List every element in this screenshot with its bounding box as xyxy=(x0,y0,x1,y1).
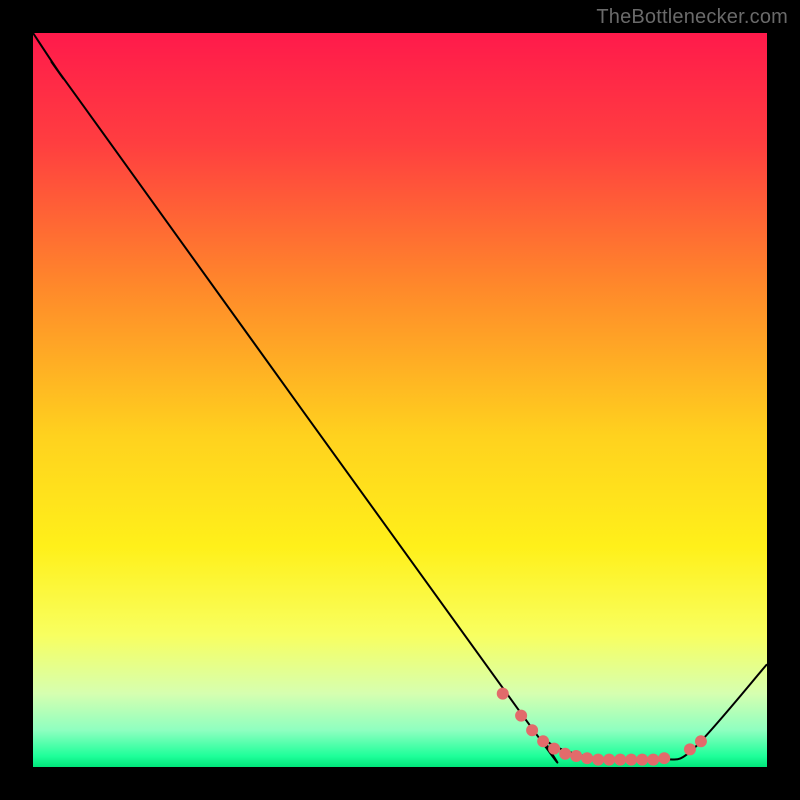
data-marker xyxy=(497,688,509,700)
chart-frame: TheBottlenecker.com xyxy=(0,0,800,800)
data-marker xyxy=(647,754,659,766)
data-marker xyxy=(592,754,604,766)
data-marker xyxy=(695,735,707,747)
data-marker xyxy=(570,750,582,762)
data-marker xyxy=(526,724,538,736)
data-marker xyxy=(625,754,637,766)
data-marker xyxy=(581,752,593,764)
data-marker xyxy=(684,743,696,755)
data-marker xyxy=(636,754,648,766)
data-marker xyxy=(548,743,560,755)
data-marker xyxy=(515,710,527,722)
data-marker xyxy=(603,754,615,766)
chart-svg xyxy=(33,33,767,767)
attribution-label: TheBottlenecker.com xyxy=(596,6,788,29)
data-marker xyxy=(537,735,549,747)
data-marker xyxy=(559,748,571,760)
gradient-background xyxy=(33,33,767,767)
plot-area xyxy=(33,33,767,767)
data-marker xyxy=(658,752,670,764)
data-marker xyxy=(614,754,626,766)
